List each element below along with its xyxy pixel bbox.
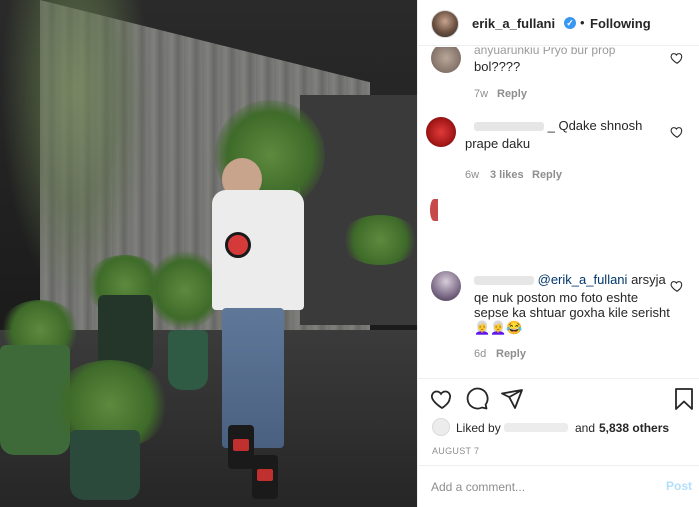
- photo-plant: [340, 215, 417, 265]
- likes-count[interactable]: 3 likes: [490, 169, 524, 181]
- avatar[interactable]: [432, 418, 450, 436]
- avatar[interactable]: [431, 47, 461, 73]
- avatar[interactable]: [430, 199, 438, 221]
- liked-by-and: and: [575, 421, 596, 435]
- post-header: erik_a_fullani ✓ • Following: [418, 0, 699, 46]
- avatar[interactable]: [431, 10, 459, 38]
- reply-button[interactable]: Reply: [497, 88, 527, 100]
- comment-emojis: 👩‍🦳👩‍🦳😂: [474, 320, 523, 335]
- post-side-panel: erik_a_fullani ✓ • Following anyuarunkiu…: [417, 0, 699, 507]
- post-photo[interactable]: [0, 0, 417, 507]
- comment-time: 6w: [465, 169, 480, 181]
- heart-icon[interactable]: [670, 279, 684, 293]
- commenter-name-redacted: [474, 276, 534, 286]
- avatar[interactable]: [431, 271, 461, 301]
- post-button[interactable]: Post: [666, 479, 692, 493]
- liked-by-label: Liked by: [456, 421, 501, 435]
- photo-pot: [168, 330, 208, 390]
- heart-icon[interactable]: [670, 125, 684, 139]
- photo-plant: [150, 250, 220, 330]
- reply-button[interactable]: Reply: [496, 348, 526, 360]
- likes-count[interactable]: 5,838 others: [599, 421, 669, 435]
- avatar[interactable]: [426, 117, 456, 147]
- shirt-logo: [225, 232, 251, 258]
- comment-input[interactable]: [431, 478, 651, 496]
- comment-time: 7w: [474, 88, 489, 100]
- liked-by-user-redacted[interactable]: [504, 423, 568, 432]
- post-date: AUGUST 7: [432, 446, 480, 456]
- heart-icon[interactable]: [430, 387, 454, 411]
- comment-text-line1: @erik_a_fullani arsyja: [474, 271, 666, 289]
- comment-text: bol????: [474, 59, 521, 74]
- reply-button[interactable]: Reply: [532, 169, 562, 181]
- share-icon[interactable]: [500, 387, 524, 411]
- comment-text: _ Qdake shnosh: [474, 117, 642, 135]
- bookmark-icon[interactable]: [672, 387, 696, 411]
- username-link[interactable]: erik_a_fullani: [472, 16, 555, 31]
- comments-list[interactable]: anyuarunkiu Pryo bur prop bol???? 7w Rep…: [418, 47, 699, 378]
- photo-pot: [70, 430, 140, 500]
- comment-time: 6d: [474, 348, 487, 360]
- comment-icon[interactable]: [465, 387, 489, 411]
- mention-link[interactable]: @erik_a_fullani: [538, 272, 628, 287]
- heart-icon[interactable]: [670, 51, 684, 65]
- verified-badge-icon: ✓: [564, 17, 576, 29]
- following-button[interactable]: Following: [590, 16, 651, 31]
- comment-text-line1: _ Qdake shnosh: [547, 118, 643, 133]
- header-separator: •: [580, 15, 585, 30]
- shoe-right: [252, 455, 278, 499]
- shoe-left: [228, 425, 254, 469]
- add-comment-bar: Post: [418, 465, 699, 507]
- commenter-name-redacted: [474, 122, 544, 132]
- comment-text-line2: prape daku: [465, 136, 531, 151]
- comment-text-fragment: arsyja: [631, 272, 666, 287]
